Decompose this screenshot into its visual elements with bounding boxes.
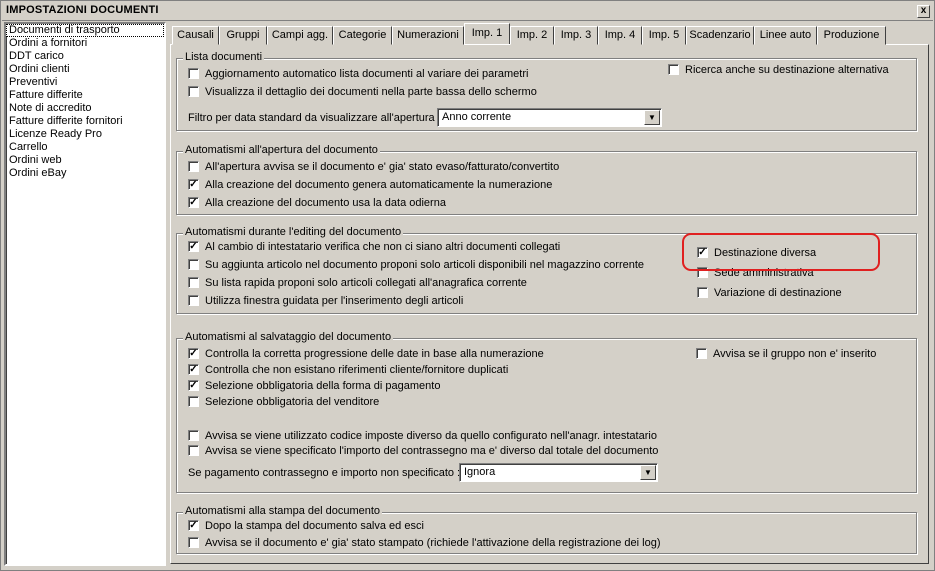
list-item[interactable]: Ordini web	[6, 154, 164, 167]
tab-numerazioni[interactable]: Numerazioni	[392, 26, 464, 45]
checkbox-box[interactable]	[696, 348, 707, 359]
list-item[interactable]: Note di accredito	[6, 102, 164, 115]
checkbox-box[interactable]	[188, 295, 199, 306]
checkbox-box[interactable]	[697, 287, 708, 298]
checkbox-label: All'apertura avvisa se il documento e' g…	[205, 161, 560, 173]
list-item[interactable]: Documenti di trasporto	[6, 24, 164, 37]
checkbox-label: Selezione obbligatoria della forma di pa…	[205, 380, 441, 392]
group-title: Automatismi all'apertura del documento	[183, 144, 380, 156]
checkbox-label: Ricerca anche su destinazione alternativ…	[685, 64, 889, 76]
checkbox-box[interactable]	[188, 259, 199, 270]
checkbox-label: Alla creazione del documento genera auto…	[205, 179, 553, 191]
list-item[interactable]: Preventivi	[6, 76, 164, 89]
document-type-list[interactable]: Documenti di trasporto Ordini a fornitor…	[4, 22, 166, 566]
checkbox-box[interactable]: ✓	[188, 197, 199, 208]
checkbox-box[interactable]	[188, 445, 199, 456]
filter-date-select[interactable]: Anno corrente ▼	[437, 108, 662, 127]
tab-causali[interactable]: Causali	[172, 26, 219, 45]
checkbox-label: Avvisa se viene specificato l'importo de…	[205, 445, 659, 457]
title-bar: IMPOSTAZIONI DOCUMENTI x	[2, 2, 933, 21]
checkbox-label: Utilizza finestra guidata per l'inserime…	[205, 295, 464, 307]
checkbox-label: Controlla che non esistano riferimenti c…	[205, 364, 509, 376]
list-item[interactable]: Ordini clienti	[6, 63, 164, 76]
checkbox-label: Aggiornamento automatico lista documenti…	[205, 68, 529, 80]
checkbox-box[interactable]	[668, 64, 679, 75]
checkbox-label: Avvisa se il documento e' gia' stato sta…	[205, 537, 661, 549]
checkbox-box[interactable]	[188, 537, 199, 548]
filter-date-label: Filtro per data standard da visualizzare…	[188, 112, 441, 124]
checkbox-box[interactable]	[188, 430, 199, 441]
select-value: Anno corrente	[442, 111, 512, 123]
tab-imp-1[interactable]: Imp. 1	[464, 23, 510, 44]
checkbox-box[interactable]	[188, 86, 199, 97]
list-item[interactable]: Fatture differite	[6, 89, 164, 102]
tab-campi-agg[interactable]: Campi agg.	[267, 26, 333, 45]
checkbox-label: Visualizza il dettaglio dei documenti ne…	[205, 86, 537, 98]
highlight-annotation	[682, 233, 880, 271]
checkbox-box[interactable]: ✓	[188, 241, 199, 252]
checkbox-label: Avvisa se viene utilizzato codice impost…	[205, 430, 657, 442]
tab-imp-5[interactable]: Imp. 5	[642, 26, 686, 45]
tab-imp-3[interactable]: Imp. 3	[554, 26, 598, 45]
group-title: Automatismi alla stampa del documento	[183, 505, 383, 517]
tab-scadenzario[interactable]: Scadenzario	[686, 26, 754, 45]
group-title: Automatismi durante l'editing del docume…	[183, 226, 404, 238]
chevron-down-icon[interactable]: ▼	[644, 110, 660, 125]
checkbox-label: Dopo la stampa del documento salva ed es…	[205, 520, 424, 532]
pagamento-contrassegno-select[interactable]: Ignora ▼	[459, 463, 658, 482]
checkbox-label: Avvisa se il gruppo non e' inserito	[713, 348, 877, 360]
select-value: Ignora	[464, 466, 496, 478]
list-item[interactable]: Ordini eBay	[6, 167, 164, 180]
checkbox-box[interactable]: ✓	[188, 364, 199, 375]
list-item[interactable]: Fatture differite fornitori	[6, 115, 164, 128]
tab-imp-2[interactable]: Imp. 2	[510, 26, 554, 45]
pagamento-contrassegno-label: Se pagamento contrassegno e importo non …	[188, 467, 461, 479]
tab-gruppi[interactable]: Gruppi	[219, 26, 267, 45]
close-button[interactable]: x	[917, 5, 930, 18]
list-item[interactable]: Carrello	[6, 141, 164, 154]
tab-linee-auto[interactable]: Linee auto	[754, 26, 817, 45]
checkbox-label: Al cambio di intestatario verifica che n…	[205, 241, 561, 253]
checkbox-label: Su aggiunta articolo nel documento propo…	[205, 259, 645, 271]
group-title: Lista documenti	[183, 51, 265, 63]
checkbox-label: Su lista rapida proponi solo articoli co…	[205, 277, 527, 289]
window-title: IMPOSTAZIONI DOCUMENTI	[6, 4, 159, 16]
tab-imp-4[interactable]: Imp. 4	[598, 26, 642, 45]
list-item[interactable]: Ordini a fornitori	[6, 37, 164, 50]
checkbox-label: Alla creazione del documento usa la data…	[205, 197, 446, 209]
checkbox-box[interactable]: ✓	[188, 348, 199, 359]
checkbox-label: Controlla la corretta progressione delle…	[205, 348, 544, 360]
checkbox-box[interactable]	[188, 396, 199, 407]
checkbox-box[interactable]	[188, 161, 199, 172]
checkbox-box[interactable]: ✓	[188, 520, 199, 531]
chevron-down-icon[interactable]: ▼	[640, 465, 656, 480]
list-item[interactable]: Licenze Ready Pro	[6, 128, 164, 141]
tab-produzione[interactable]: Produzione	[817, 26, 886, 45]
checkbox-label: Selezione obbligatoria del venditore	[205, 396, 380, 408]
tab-categorie[interactable]: Categorie	[333, 26, 392, 45]
checkbox-box[interactable]: ✓	[188, 380, 199, 391]
checkbox-box[interactable]	[188, 277, 199, 288]
group-title: Automatismi al salvataggio del documento	[183, 331, 394, 343]
checkbox-label: Variazione di destinazione	[714, 287, 842, 299]
checkbox-box[interactable]: ✓	[188, 179, 199, 190]
checkbox-box[interactable]	[188, 68, 199, 79]
list-item[interactable]: DDT carico	[6, 50, 164, 63]
